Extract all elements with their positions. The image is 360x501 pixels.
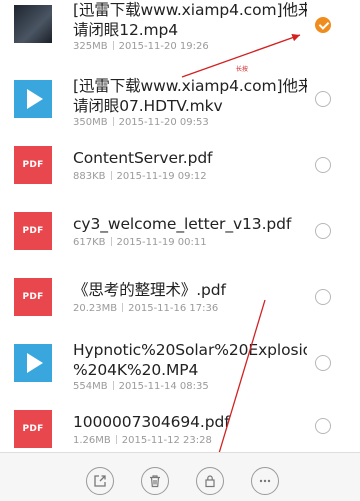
- meta-divider: [110, 237, 112, 246]
- file-name: 请闭眼12.mp4: [73, 21, 179, 39]
- lock-icon: [205, 475, 215, 488]
- file-date: 2015-11-20 09:53: [118, 117, 209, 128]
- video-play-icon: [14, 344, 52, 382]
- file-name: ContentServer.pdf: [73, 149, 213, 167]
- file-meta: 617KB 2015-11-19 00:11: [73, 237, 207, 248]
- bottom-toolbar: [0, 452, 360, 501]
- file-date: 2015-11-19 09:12: [116, 171, 207, 182]
- pdf-icon: PDF: [14, 146, 52, 184]
- more-icon: [259, 479, 271, 483]
- file-list-item[interactable]: [迅雷下载www.xiamp4.com]他来了， 请闭眼07.HDTV.mkv 35…: [0, 66, 360, 133]
- meta-divider: [112, 381, 114, 390]
- file-name: [迅雷下载www.xiamp4.com]他来了，: [73, 1, 307, 19]
- checkbox[interactable]: [315, 418, 331, 434]
- file-list-item[interactable]: PDF 1000007304694.pdf 1.26MB 2015-11-12 23:…: [0, 396, 360, 453]
- checkbox[interactable]: [315, 91, 331, 107]
- file-list-item[interactable]: [迅雷下载www.xiamp4.com]他来了， 请闭眼12.mp4 325MB 20…: [0, 0, 360, 67]
- meta-divider: [112, 41, 114, 50]
- meta-divider: [112, 117, 114, 126]
- file-date: 2015-11-19 00:11: [116, 237, 207, 248]
- play-icon: [27, 89, 43, 109]
- file-meta: 20.23MB 2015-11-16 17:36: [73, 303, 218, 314]
- checkbox[interactable]: [315, 355, 331, 371]
- file-size: 1.26MB: [73, 435, 111, 446]
- meta-divider: [122, 303, 124, 312]
- file-list-item[interactable]: PDF 《思考的整理术》.pdf 20.23MB 2015-11-16 17:36: [0, 264, 360, 331]
- file-list-item[interactable]: Hypnotic%20Solar%20Explosions %204K%20.MP…: [0, 330, 360, 397]
- file-size: 20.23MB: [73, 303, 118, 314]
- video-thumbnail: [14, 5, 52, 43]
- file-size: 325MB: [73, 41, 108, 52]
- checkbox-checked[interactable]: [315, 17, 331, 33]
- file-name: 1000007304694.pdf: [73, 413, 230, 431]
- file-name: [迅雷下载www.xiamp4.com]他来了，: [73, 77, 307, 95]
- file-size: 883KB: [73, 171, 106, 182]
- checkbox[interactable]: [315, 157, 331, 173]
- file-name: cy3_welcome_letter_v13.pdf: [73, 215, 292, 233]
- file-name: Hypnotic%20Solar%20Explosions: [73, 341, 307, 359]
- video-play-icon: [14, 80, 52, 118]
- share-button[interactable]: [86, 467, 114, 495]
- file-meta: 883KB 2015-11-19 09:12: [73, 171, 207, 182]
- trash-icon: [150, 475, 160, 488]
- file-meta: 554MB 2015-11-14 08:35: [73, 381, 209, 392]
- file-name: 请闭眼07.HDTV.mkv: [73, 97, 223, 115]
- file-list-item[interactable]: PDF cy3_welcome_letter_v13.pdf 617KB 2015-1…: [0, 198, 360, 265]
- pdf-icon: PDF: [14, 278, 52, 316]
- annotation-label: 长按: [236, 66, 249, 73]
- share-icon: [94, 475, 106, 487]
- checkbox[interactable]: [315, 223, 331, 239]
- file-meta: 1.26MB 2015-11-12 23:28: [73, 435, 212, 446]
- pdf-icon: PDF: [14, 212, 52, 250]
- checkbox[interactable]: [315, 289, 331, 305]
- meta-divider: [110, 171, 112, 180]
- pdf-icon: PDF: [14, 410, 52, 448]
- file-size: 617KB: [73, 237, 106, 248]
- file-meta: 350MB 2015-11-20 09:53: [73, 117, 209, 128]
- file-meta: 325MB 2015-11-20 19:26: [73, 41, 209, 52]
- file-date: 2015-11-14 08:35: [118, 381, 209, 392]
- file-list-item[interactable]: PDF ContentServer.pdf 883KB 2015-11-19 09:1…: [0, 132, 360, 199]
- file-date: 2015-11-16 17:36: [128, 303, 219, 314]
- file-name: %204K%20.MP4: [73, 361, 199, 379]
- lock-button[interactable]: [196, 467, 224, 495]
- meta-divider: [115, 435, 117, 444]
- file-date: 2015-11-20 19:26: [118, 41, 209, 52]
- file-size: 554MB: [73, 381, 108, 392]
- play-icon: [27, 353, 43, 373]
- more-button[interactable]: [251, 467, 279, 495]
- file-date: 2015-11-12 23:28: [121, 435, 212, 446]
- delete-button[interactable]: [141, 467, 169, 495]
- file-name: 《思考的整理术》.pdf: [73, 281, 226, 299]
- file-size: 350MB: [73, 117, 108, 128]
